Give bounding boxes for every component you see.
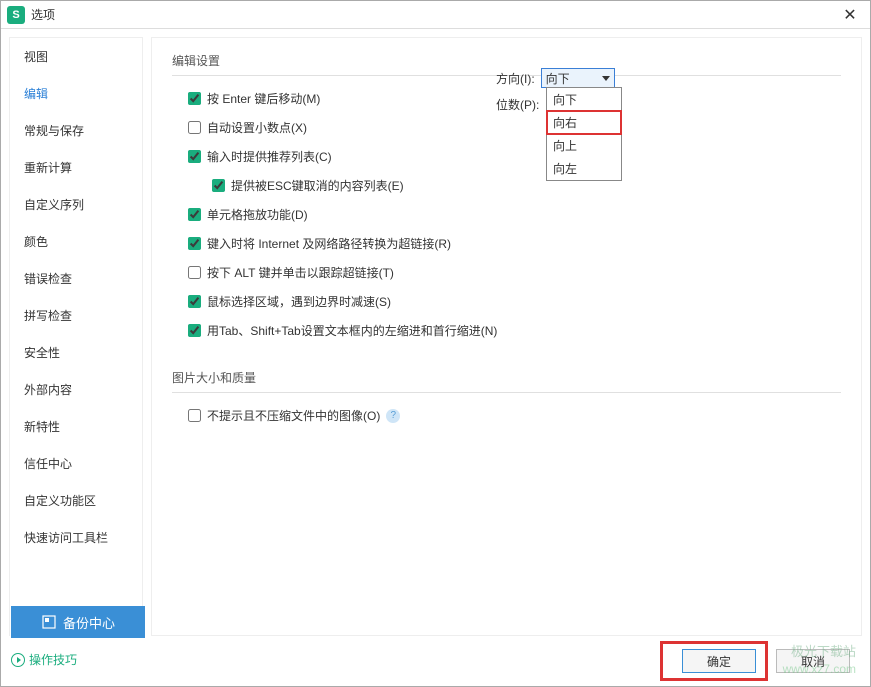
checkbox-esc-cancel[interactable] bbox=[212, 179, 225, 192]
checkbox-hyperlink[interactable] bbox=[188, 237, 201, 250]
label-enter-move: 按 Enter 键后移动(M) bbox=[207, 90, 320, 107]
sidebar-item-color[interactable]: 颜色 bbox=[10, 223, 142, 260]
sidebar-item-general-save[interactable]: 常规与保存 bbox=[10, 112, 142, 149]
checkbox-recommend-list[interactable] bbox=[188, 150, 201, 163]
main-panel: 编辑设置 按 Enter 键后移动(M) 方向(I): 向下 向下 向右 向上 … bbox=[151, 37, 862, 636]
sidebar-item-spell-check[interactable]: 拼写检查 bbox=[10, 297, 142, 334]
backup-center-button[interactable]: 备份中心 bbox=[11, 606, 145, 638]
ok-highlight-box: 确定 bbox=[662, 643, 766, 679]
dropdown-option-left[interactable]: 向左 bbox=[547, 157, 621, 180]
footer: 确定 取消 bbox=[1, 636, 870, 686]
backup-center-label: 备份中心 bbox=[63, 613, 115, 632]
sidebar-item-custom-sequence[interactable]: 自定义序列 bbox=[10, 186, 142, 223]
dropdown-option-down[interactable]: 向下 bbox=[547, 88, 621, 111]
label-mouse-select: 鼠标选择区域，遇到边界时减速(S) bbox=[207, 293, 391, 310]
section-edit-settings-title: 编辑设置 bbox=[172, 52, 841, 69]
label-recommend-list: 输入时提供推荐列表(C) bbox=[207, 148, 332, 165]
label-direction: 方向(I): bbox=[496, 70, 535, 87]
label-auto-decimal: 自动设置小数点(X) bbox=[207, 119, 307, 136]
cancel-button[interactable]: 取消 bbox=[776, 649, 850, 673]
sidebar-item-recalculate[interactable]: 重新计算 bbox=[10, 149, 142, 186]
checkbox-mouse-select[interactable] bbox=[188, 295, 201, 308]
select-direction-value: 向下 bbox=[546, 70, 570, 87]
sidebar-item-edit[interactable]: 编辑 bbox=[10, 75, 142, 112]
checkbox-auto-decimal[interactable] bbox=[188, 121, 201, 134]
label-tab-indent: 用Tab、Shift+Tab设置文本框内的左缩进和首行缩进(N) bbox=[207, 322, 497, 339]
label-no-compress: 不提示且不压缩文件中的图像(O) bbox=[207, 407, 380, 424]
sidebar-item-trust-center[interactable]: 信任中心 bbox=[10, 445, 142, 482]
label-hyperlink: 键入时将 Internet 及网络路径转换为超链接(R) bbox=[207, 235, 451, 252]
app-icon: S bbox=[7, 6, 25, 24]
section-image-quality-title: 图片大小和质量 bbox=[172, 369, 841, 386]
checkbox-enter-move[interactable] bbox=[188, 92, 201, 105]
label-alt-click: 按下 ALT 键并单击以跟踪超链接(T) bbox=[207, 264, 394, 281]
checkbox-tab-indent[interactable] bbox=[188, 324, 201, 337]
sidebar-item-error-check[interactable]: 错误检查 bbox=[10, 260, 142, 297]
sidebar-item-quick-access[interactable]: 快速访问工具栏 bbox=[10, 519, 142, 556]
dropdown-option-up[interactable]: 向上 bbox=[547, 134, 621, 157]
label-esc-cancel: 提供被ESC键取消的内容列表(E) bbox=[231, 177, 404, 194]
window-title: 选项 bbox=[31, 6, 836, 23]
label-digits: 位数(P): bbox=[496, 96, 539, 113]
sidebar: 视图 编辑 常规与保存 重新计算 自定义序列 颜色 错误检查 拼写检查 安全性 … bbox=[9, 37, 143, 636]
sidebar-item-external-content[interactable]: 外部内容 bbox=[10, 371, 142, 408]
sidebar-item-security[interactable]: 安全性 bbox=[10, 334, 142, 371]
sidebar-item-custom-ribbon[interactable]: 自定义功能区 bbox=[10, 482, 142, 519]
direction-dropdown: 向下 向右 向上 向左 bbox=[546, 87, 622, 181]
backup-icon bbox=[41, 614, 57, 630]
checkbox-alt-click[interactable] bbox=[188, 266, 201, 279]
checkbox-no-compress[interactable] bbox=[188, 409, 201, 422]
ok-button[interactable]: 确定 bbox=[682, 649, 756, 673]
chevron-down-icon bbox=[602, 76, 610, 81]
titlebar: S 选项 ✕ bbox=[1, 1, 870, 29]
checkbox-cell-drag[interactable] bbox=[188, 208, 201, 221]
sidebar-item-new-features[interactable]: 新特性 bbox=[10, 408, 142, 445]
select-direction[interactable]: 向下 bbox=[541, 68, 615, 88]
dropdown-option-right[interactable]: 向右 bbox=[547, 111, 621, 134]
sidebar-item-view[interactable]: 视图 bbox=[10, 38, 142, 75]
label-cell-drag: 单元格拖放功能(D) bbox=[207, 206, 308, 223]
close-button[interactable]: ✕ bbox=[836, 1, 864, 29]
help-icon[interactable]: ? bbox=[386, 409, 400, 423]
